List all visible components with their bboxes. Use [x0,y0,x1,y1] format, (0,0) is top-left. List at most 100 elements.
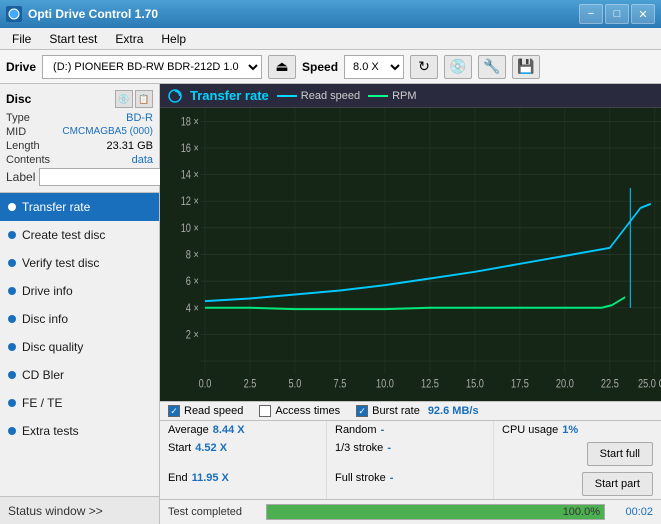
check-read-speed-label: Read speed [184,405,243,417]
refresh-button[interactable]: ↻ [410,55,438,79]
save-button[interactable]: 💾 [512,55,540,79]
mid-value: CMCMAGBA5 (000) [62,126,153,138]
window-controls: − □ ✕ [579,4,655,24]
disk-button2[interactable]: 🔧 [478,55,506,79]
nav-disc-info[interactable]: Disc info [0,305,159,333]
close-button[interactable]: ✕ [631,4,655,24]
toolbar: Drive (D:) PIONEER BD-RW BDR-212D 1.00 ⏏… [0,50,661,84]
disc-title: Disc [6,92,31,106]
legend-rpm: RPM [368,90,416,102]
stat-random: Random - [327,421,494,439]
menu-bar: File Start test Extra Help [0,28,661,50]
stats-panel: Average 8.44 X Random - CPU usage 1% Sta… [160,420,661,499]
svg-text:7.5: 7.5 [334,378,347,391]
nav-disc-quality[interactable]: Disc quality [0,333,159,361]
nav-fe-te[interactable]: FE / TE [0,389,159,417]
stat-full-stroke: Full stroke - [327,469,494,499]
stat-start: Start 4.52 X [160,439,327,469]
stat-average: Average 8.44 X [160,421,327,439]
drive-label: Drive [6,60,36,74]
disc-label-label: Label [6,170,35,184]
svg-text:12 ×: 12 × [181,195,199,208]
progress-bar: 100.0% [266,504,605,520]
stat-start-full-cell: Start full [494,439,661,469]
svg-text:4 ×: 4 × [186,302,199,315]
speed-label: Speed [302,60,338,74]
legend-read-label: Read speed [301,90,360,102]
start-label: Start [168,442,191,466]
full-stroke-label: Full stroke [335,472,386,496]
length-value: 23.31 GB [107,140,153,152]
start-full-button[interactable]: Start full [587,442,653,466]
end-value: 11.95 X [192,472,229,496]
svg-text:25.0 GB: 25.0 GB [638,378,661,391]
check-burst-rate[interactable]: ✓ Burst rate 92.6 MB/s [356,405,478,417]
menu-start-test[interactable]: Start test [41,30,105,48]
start-part-button[interactable]: Start part [582,472,653,496]
status-window-label: Status window >> [8,504,103,518]
svg-text:12.5: 12.5 [421,378,439,391]
nav-disc-info-label: Disc info [22,312,68,326]
random-label: Random [335,424,377,436]
disc-icon-btn2[interactable]: 📋 [135,90,153,108]
mid-label: MID [6,126,26,138]
cpu-usage-label: CPU usage [502,424,558,436]
menu-file[interactable]: File [4,30,39,48]
disc-icon-btn1[interactable]: 💿 [115,90,133,108]
chart-header: Transfer rate Read speed RPM [160,84,661,108]
burst-rate-value: 92.6 MB/s [428,405,479,417]
check-access-times[interactable]: Access times [259,405,340,417]
length-label: Length [6,140,40,152]
nav-dot [8,287,16,295]
stat-stroke13: 1/3 stroke - [327,439,494,469]
nav-extra-tests[interactable]: Extra tests [0,417,159,445]
chart-icon [168,89,182,103]
nav-create-test-disc-label: Create test disc [22,228,105,242]
status-window-button[interactable]: Status window >> [0,496,159,524]
content-area: Transfer rate Read speed RPM [160,84,661,524]
nav-drive-info[interactable]: Drive info [0,277,159,305]
minimize-button[interactable]: − [579,4,603,24]
legend-rpm-label: RPM [392,90,416,102]
check-burst-rate-box[interactable]: ✓ [356,405,368,417]
nav-cd-bler[interactable]: CD Bler [0,361,159,389]
svg-text:15.0: 15.0 [466,378,484,391]
contents-label: Contents [6,154,50,166]
nav-transfer-rate[interactable]: Transfer rate [0,193,159,221]
nav-cd-bler-label: CD Bler [22,368,64,382]
menu-help[interactable]: Help [153,30,194,48]
stat-end: End 11.95 X [160,469,327,499]
svg-text:18 ×: 18 × [181,115,199,128]
progress-status-label: Test completed [168,506,258,518]
label-input[interactable] [39,168,177,186]
nav-drive-info-label: Drive info [22,284,73,298]
progress-percentage: 100.0% [563,505,600,519]
maximize-button[interactable]: □ [605,4,629,24]
nav-transfer-rate-label: Transfer rate [22,200,90,214]
nav-dot [8,203,16,211]
menu-extra[interactable]: Extra [107,30,151,48]
nav-create-test-disc[interactable]: Create test disc [0,221,159,249]
nav-extra-tests-label: Extra tests [22,424,79,438]
speed-select[interactable]: 8.0 X [344,55,404,79]
chart-svg: 18 × 16 × 14 × 12 × 10 × 8 × 6 × 4 × 2 ×… [160,108,661,401]
legend-read: Read speed [277,90,360,102]
cpu-usage-value: 1% [562,424,578,436]
nav-dot [8,371,16,379]
stat-start-part-cell: Start part [494,469,661,499]
check-read-speed-box[interactable]: ✓ [168,405,180,417]
sidebar: Disc 💿 📋 Type BD-R MID CMCMAGBA5 (000) L… [0,84,160,524]
eject-button[interactable]: ⏏ [268,55,296,79]
stroke13-value: - [387,442,391,466]
nav-verify-test-disc[interactable]: Verify test disc [0,249,159,277]
check-access-times-box[interactable] [259,405,271,417]
stat-cpu: CPU usage 1% [494,421,661,439]
disc-panel: Disc 💿 📋 Type BD-R MID CMCMAGBA5 (000) L… [0,84,159,193]
disk-button1[interactable]: 💿 [444,55,472,79]
stroke13-label: 1/3 stroke [335,442,383,466]
average-value: 8.44 X [213,424,245,436]
nav-fe-te-label: FE / TE [22,396,62,410]
check-read-speed[interactable]: ✓ Read speed [168,405,243,417]
chart-title: Transfer rate [190,88,269,103]
drive-select[interactable]: (D:) PIONEER BD-RW BDR-212D 1.00 [42,55,262,79]
